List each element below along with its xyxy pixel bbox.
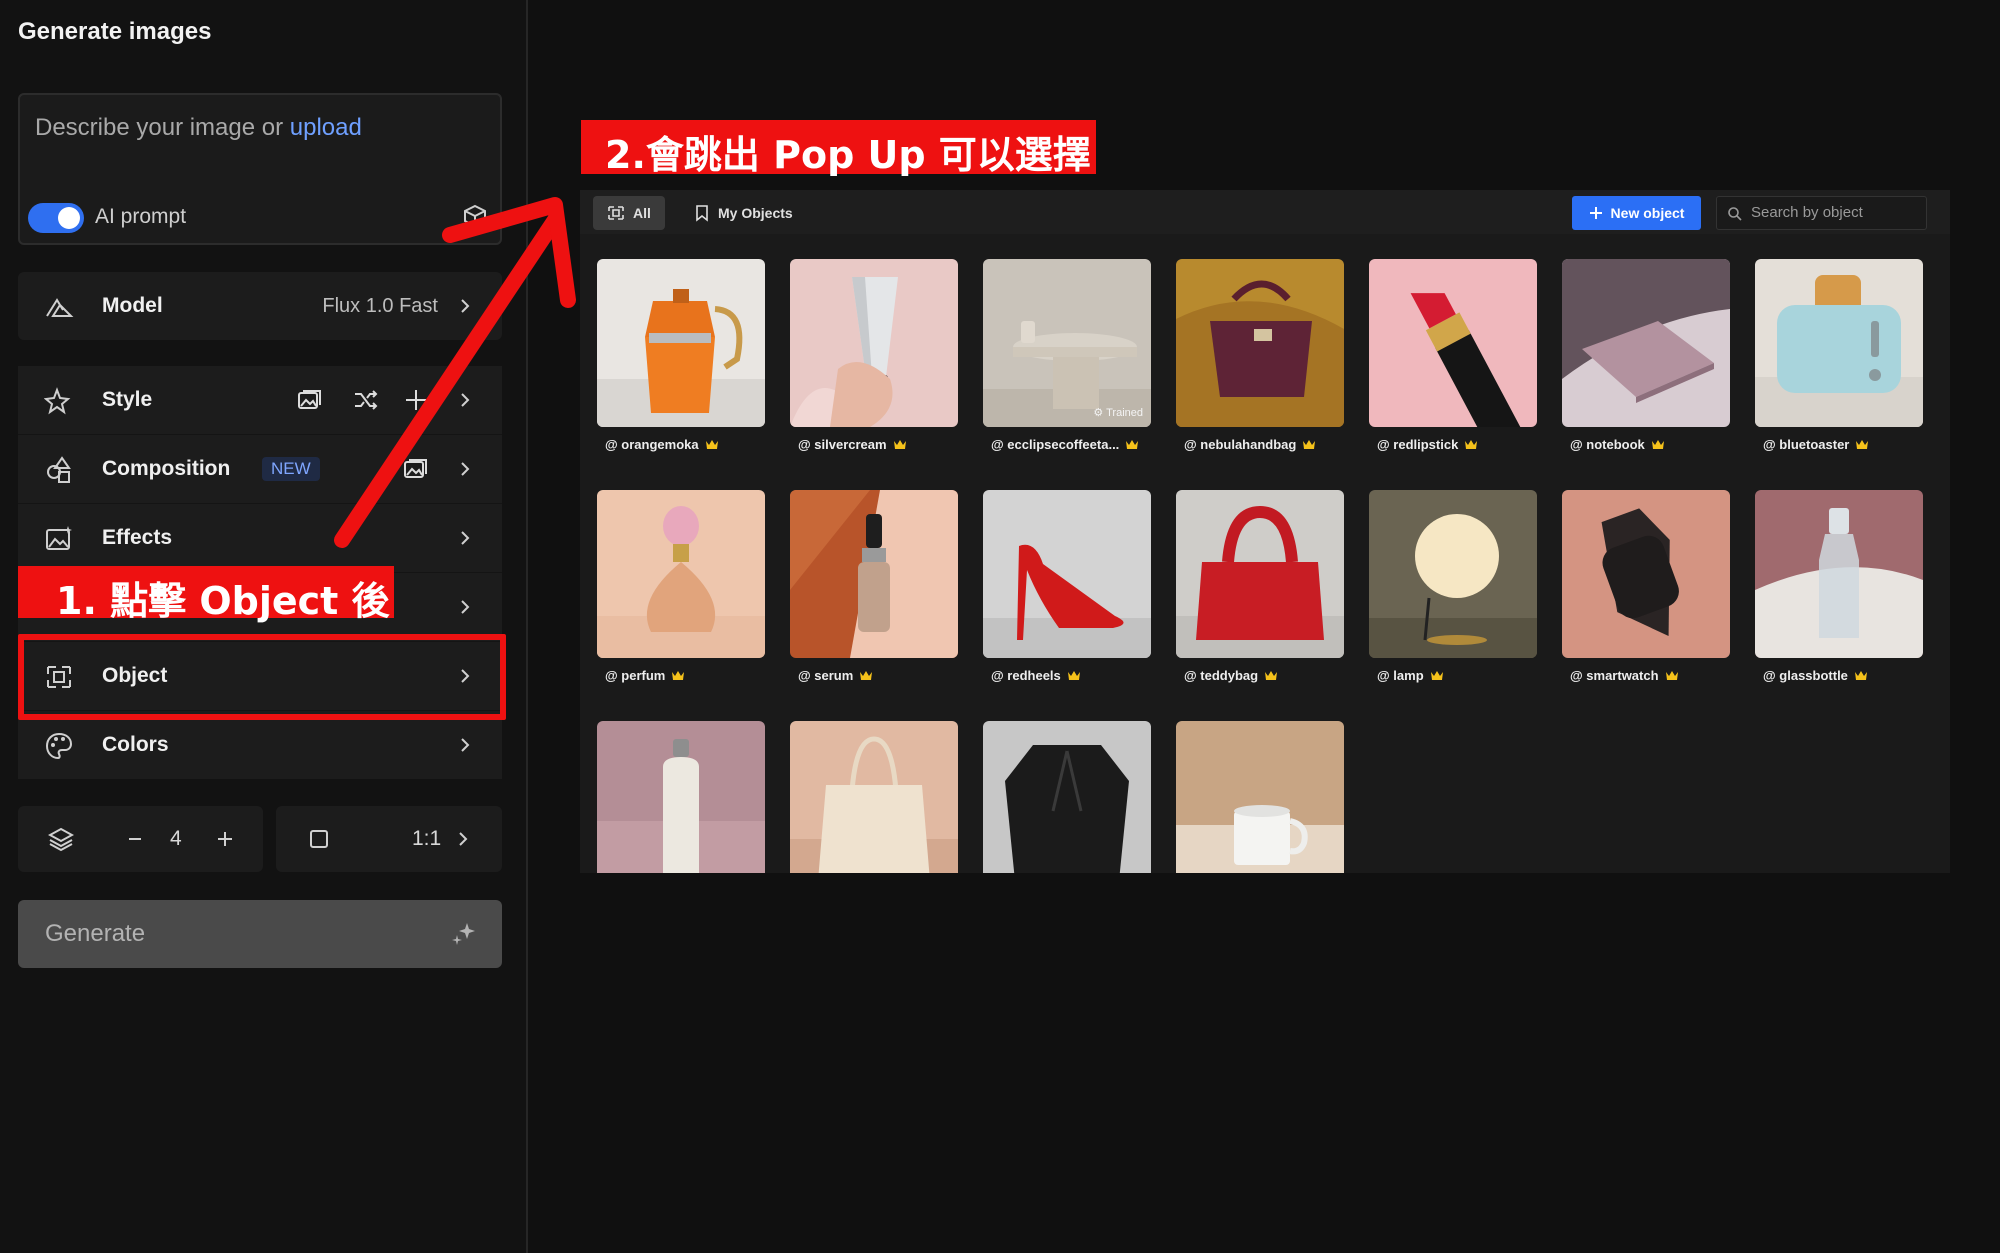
object-search: [1716, 196, 1927, 230]
tab-my-objects-label: My Objects: [718, 205, 793, 221]
object-thumbnail: [1369, 259, 1537, 427]
crown-icon: [1465, 440, 1478, 449]
object-thumbnail: [1562, 259, 1730, 427]
object-name: @ silvercream: [798, 437, 907, 452]
model-icon: [46, 298, 74, 317]
palette-icon: [45, 732, 73, 760]
ai-prompt-label: AI prompt: [95, 205, 187, 228]
object-thumbnail: [1176, 721, 1344, 873]
model-label: Model: [102, 294, 163, 317]
upload-link[interactable]: upload: [290, 114, 362, 141]
object-name: @ serum: [798, 668, 873, 683]
gear-icon: ⚙: [1093, 407, 1104, 419]
colors-label: Colors: [102, 733, 169, 756]
object-highlight-box: [18, 634, 506, 720]
object-thumbnail: [790, 721, 958, 873]
aspect-ratio-value: 1:1: [412, 827, 442, 850]
plus-icon[interactable]: [212, 826, 238, 852]
object-thumbnail: [597, 259, 765, 427]
object-name: @ teddybag: [1184, 668, 1278, 683]
aspect-ratio-selector[interactable]: 1:1: [276, 806, 502, 872]
object-name: @ redlipstick: [1377, 437, 1478, 452]
crown-icon: [1651, 440, 1664, 449]
generate-button[interactable]: Generate: [18, 900, 502, 968]
annotation-step-1: 1. 點擊 Object 後: [18, 566, 394, 623]
popup-toolbar: All My Objects New object: [580, 190, 1950, 234]
crown-icon: [1665, 671, 1678, 680]
crown-icon: [1067, 671, 1080, 680]
sparkles-icon: [452, 923, 475, 945]
crown-icon: [1430, 671, 1443, 680]
object-thumbnail: [1369, 490, 1537, 658]
object-name: @ lamp: [1377, 668, 1444, 683]
object-thumbnail: [1755, 259, 1923, 427]
image-count-control: 4: [18, 806, 263, 872]
crown-icon: [1303, 440, 1316, 449]
annotation-step-2: 2.會跳出 Pop Up 可以選擇: [581, 120, 1096, 177]
object-thumbnail: [1755, 490, 1923, 658]
object-name: @ notebook: [1570, 437, 1665, 452]
object-thumbnail: [983, 721, 1151, 873]
object-picker-popup: All My Objects New object @ orangemoka @: [580, 190, 1950, 873]
search-input[interactable]: [1751, 204, 1921, 221]
effects-label: Effects: [102, 526, 173, 549]
new-object-button[interactable]: New object: [1572, 196, 1701, 230]
object-name: @ perfum: [605, 668, 685, 683]
generate-label: Generate: [45, 920, 146, 947]
object-thumbnail: ⚙ Trained: [983, 259, 1151, 427]
object-name: @ nebulahandbag: [1184, 437, 1316, 452]
object-name: @ smartwatch: [1570, 668, 1679, 683]
object-thumbnail: [983, 490, 1151, 658]
chevron-right-icon: [461, 600, 470, 614]
object-thumbnail: [790, 259, 958, 427]
tab-all-label: All: [633, 205, 651, 221]
crown-icon: [1854, 671, 1867, 680]
image-count-value: 4: [170, 827, 182, 850]
trained-badge: ⚙ Trained: [1093, 407, 1143, 419]
minus-icon[interactable]: [122, 826, 148, 852]
crown-icon: [1126, 440, 1139, 449]
prompt-placeholder: Describe your image or: [35, 114, 284, 141]
object-name: @ bluetoaster: [1763, 437, 1869, 452]
object-name: @ redheels: [991, 668, 1081, 683]
tab-my-objects[interactable]: My Objects: [680, 196, 807, 230]
object-name: @ glassbottle: [1763, 668, 1868, 683]
search-icon: [1728, 207, 1742, 221]
shapes-icon: [47, 456, 71, 483]
tab-all[interactable]: All: [593, 196, 665, 230]
object-icon: [608, 206, 624, 220]
new-object-label: New object: [1610, 205, 1685, 221]
object-name: @ orangemoka: [605, 437, 719, 452]
chevron-right-icon: [461, 738, 470, 752]
plus-icon: [1589, 207, 1602, 219]
ai-prompt-toggle[interactable]: [28, 203, 84, 233]
object-thumbnail: [790, 490, 958, 658]
object-thumbnail: [1176, 259, 1344, 427]
sparkle-star-icon: [44, 387, 71, 415]
crown-icon: [893, 440, 906, 449]
chevron-right-icon: [459, 832, 468, 846]
object-thumbnail: [1562, 490, 1730, 658]
layers-icon: [48, 827, 74, 852]
style-label: Style: [102, 388, 153, 411]
crown-icon: [860, 671, 873, 680]
bookmark-icon: [696, 205, 708, 222]
object-name: @ ecclipsecoffeeta...: [991, 437, 1139, 452]
toggle-knob: [58, 207, 80, 229]
object-thumbnail: [597, 721, 765, 873]
crown-icon: [672, 671, 685, 680]
colors-selector[interactable]: Colors: [18, 711, 502, 779]
sidebar-title: Generate images: [18, 18, 212, 45]
annotation-arrow: [334, 197, 576, 548]
square-icon: [310, 830, 328, 848]
crown-icon: [705, 440, 718, 449]
crown-icon: [1265, 671, 1278, 680]
object-thumbnail: [1176, 490, 1344, 658]
prompt-input[interactable]: Describe your image or upload: [35, 114, 362, 142]
object-thumbnail: [597, 490, 765, 658]
composition-label: Composition: [102, 457, 231, 480]
image-sparkle-icon: [46, 526, 72, 550]
crown-icon: [1856, 440, 1869, 449]
